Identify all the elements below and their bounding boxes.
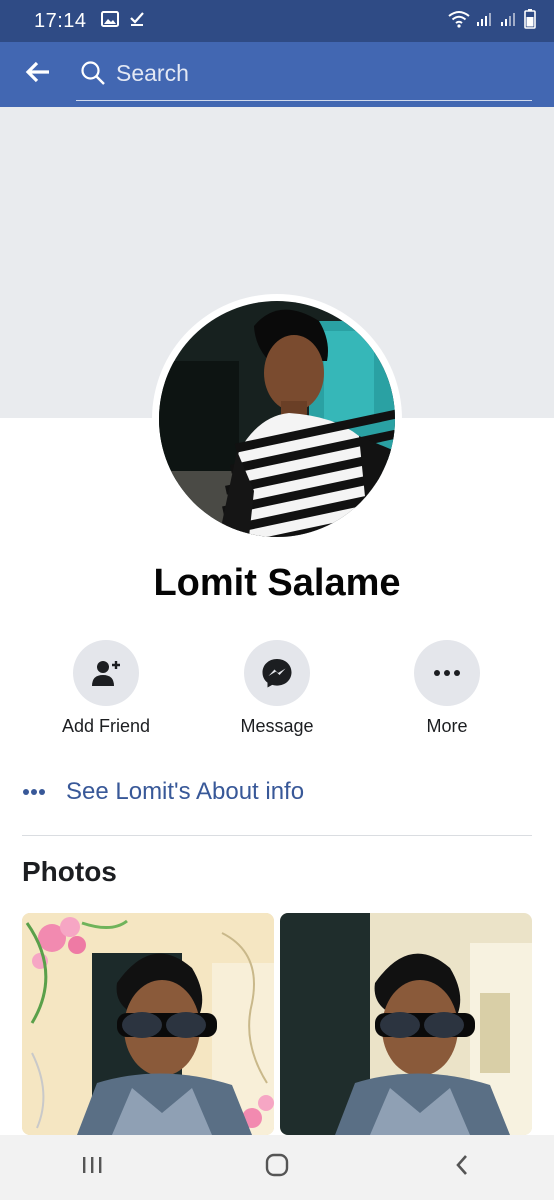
photo-thumbnail[interactable]: [280, 913, 532, 1135]
battery-icon: [524, 8, 536, 34]
app-header: [0, 42, 554, 107]
search-icon: [80, 60, 106, 86]
more-label: More: [426, 716, 468, 736]
message-button[interactable]: Message: [192, 640, 362, 737]
avatar: [159, 301, 395, 537]
search-bar[interactable]: [76, 47, 532, 101]
wifi-icon: [448, 10, 470, 33]
back-nav-button[interactable]: [422, 1138, 502, 1198]
home-button[interactable]: [237, 1138, 317, 1198]
home-icon: [264, 1152, 290, 1183]
arrow-left-icon: [25, 61, 51, 88]
divider: [22, 835, 532, 836]
status-icons-left: [100, 10, 145, 32]
check-icon: [129, 11, 145, 32]
profile-name: Lomit Salame: [153, 562, 401, 604]
recent-apps-icon: [81, 1155, 103, 1180]
profile-picture[interactable]: [152, 294, 402, 544]
recent-apps-button[interactable]: [52, 1138, 132, 1198]
photos-title: Photos: [22, 856, 117, 887]
photo-thumbnail[interactable]: [22, 913, 274, 1135]
system-nav-bar: [0, 1135, 554, 1200]
back-icon: [454, 1153, 470, 1182]
status-bar: 17:14: [0, 0, 554, 42]
search-input[interactable]: [116, 59, 496, 87]
signal-icon: [500, 11, 518, 32]
message-label: Message: [240, 716, 314, 736]
more-icon: [414, 640, 480, 706]
more-button[interactable]: More: [362, 640, 532, 737]
signal-icon: [476, 11, 494, 32]
see-about-label: See Lomit's About info: [66, 778, 305, 805]
see-about-link[interactable]: See Lomit's About info: [22, 776, 304, 808]
messenger-icon: [244, 640, 310, 706]
more-dots-icon: [22, 783, 46, 801]
profile-page: 17:14 Search Lomit Salame Add Friend Mes…: [0, 0, 554, 1200]
add-friend-label: Add Friend: [61, 716, 151, 736]
add-friend-icon: [73, 640, 139, 706]
add-friend-button[interactable]: Add Friend: [21, 640, 191, 737]
status-time: 17:14: [34, 9, 87, 32]
back-button[interactable]: [0, 42, 76, 107]
gallery-icon: [100, 10, 119, 32]
status-icons-right: [448, 8, 536, 34]
profile-actions: Add Friend Message More: [0, 640, 554, 750]
